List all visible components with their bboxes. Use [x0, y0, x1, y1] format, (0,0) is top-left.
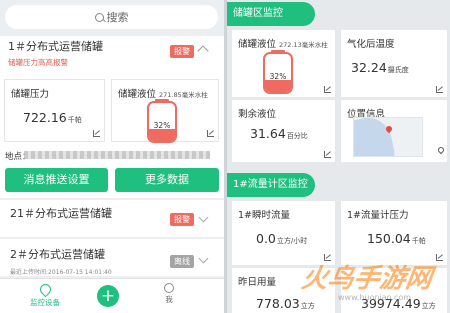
- alert-text: 储罐压力高高报警: [8, 58, 68, 67]
- map-land: [354, 118, 397, 156]
- list-item[interactable]: 2＃分布式运营储罐 离线 最近上传时间:2016-07-15 14:01:40: [0, 239, 224, 276]
- tank-gauge: 32%: [263, 52, 293, 94]
- location-blurred: [24, 151, 210, 159]
- pressure-value: 722.16千帕: [23, 110, 82, 125]
- list-item[interactable]: 21＃分布式运营储罐 报警: [0, 200, 224, 237]
- gas-temp-label: 气化后温度: [347, 39, 395, 50]
- section-header: 储罐区监控: [227, 2, 315, 26]
- location-pin-icon: [37, 281, 53, 298]
- tank-title: 2＃分布式运营储罐: [10, 248, 105, 261]
- watermark-url: www.huoniao.com: [338, 293, 412, 302]
- chart-icon[interactable]: [324, 151, 331, 158]
- remaining-level-label: 剩余液位: [238, 109, 277, 120]
- flow-value: 0.0立方/小时: [256, 231, 308, 246]
- notification-settings-button[interactable]: 消息推送设置: [5, 168, 108, 192]
- tank-gauge: 32%: [147, 101, 177, 143]
- left-screen: 搜索 1＃分布式运营储罐 储罐压力高高报警 报警 储罐压力 722.16千帕 储…: [0, 0, 224, 313]
- map-thumbnail[interactable]: [353, 117, 423, 157]
- pressure-tile[interactable]: 储罐压力 722.16千帕: [4, 79, 105, 142]
- level-label: 储罐液位 271.85毫米水柱: [118, 89, 208, 100]
- chart-icon[interactable]: [93, 130, 100, 137]
- level-tile[interactable]: 储罐液位 272.13毫米水柱 32%: [232, 30, 335, 97]
- flow-tile[interactable]: 1#瞬时流量 0.0立方/小时: [232, 201, 335, 265]
- chart-icon[interactable]: [324, 86, 331, 93]
- remaining-level-value: 31.64百分比: [250, 126, 308, 141]
- alarm-badge: 报警: [170, 45, 194, 58]
- level-label: 储罐液位 272.13毫米水柱: [238, 39, 328, 50]
- tank-fill: [265, 79, 291, 92]
- chevron-down-icon[interactable]: [198, 253, 209, 264]
- user-icon: [164, 283, 174, 293]
- yesterday-usage-value: 778.03立方: [256, 296, 315, 311]
- tank-percent: 32%: [153, 121, 171, 130]
- search-input[interactable]: 搜索: [5, 5, 218, 29]
- tab-me[interactable]: 我: [164, 283, 174, 305]
- section-header: 1#流量计区监控: [227, 173, 315, 197]
- tank-percent: 32%: [269, 72, 287, 81]
- tank-fill: [149, 128, 175, 141]
- tab-monitor[interactable]: 监控设备: [30, 281, 60, 308]
- add-device-button[interactable]: +: [97, 285, 119, 307]
- chart-icon[interactable]: [436, 86, 443, 93]
- chevron-down-icon[interactable]: [198, 212, 209, 223]
- more-data-button[interactable]: 更多数据: [115, 168, 219, 192]
- search-placeholder: 搜索: [106, 11, 129, 24]
- yesterday-usage-label: 昨日用量: [238, 277, 277, 288]
- alarm-badge: 报警: [170, 213, 194, 226]
- flow-pressure-label: 1#流量计压力: [347, 210, 409, 221]
- watermark-logo: 火鸟手游网: [299, 264, 434, 294]
- chart-icon[interactable]: [207, 130, 214, 137]
- search-icon: [94, 12, 104, 22]
- flow-pressure-tile[interactable]: 1#流量计压力 150.04千帕: [341, 201, 447, 265]
- tank-title: 21＃分布式运营储罐: [10, 207, 112, 220]
- tank-title: 1＃分布式运营储罐: [8, 40, 103, 53]
- gas-temp-tile[interactable]: 气化后温度 32.24摄氏度: [341, 30, 447, 97]
- level-tile[interactable]: 储罐液位 271.85毫米水柱 32%: [111, 79, 219, 143]
- remaining-level-tile[interactable]: 剩余液位 31.64百分比: [232, 100, 335, 162]
- gas-temp-value: 32.24摄氏度: [351, 60, 409, 75]
- flow-label: 1#瞬时流量: [238, 210, 291, 221]
- pressure-label: 储罐压力: [11, 89, 50, 100]
- last-upload-time: 最近上传时间:2016-07-15 14:01:40: [10, 269, 112, 276]
- offline-badge: 离线: [170, 255, 194, 268]
- chart-icon[interactable]: [436, 254, 443, 261]
- flow-pressure-value: 150.04千帕: [367, 231, 426, 246]
